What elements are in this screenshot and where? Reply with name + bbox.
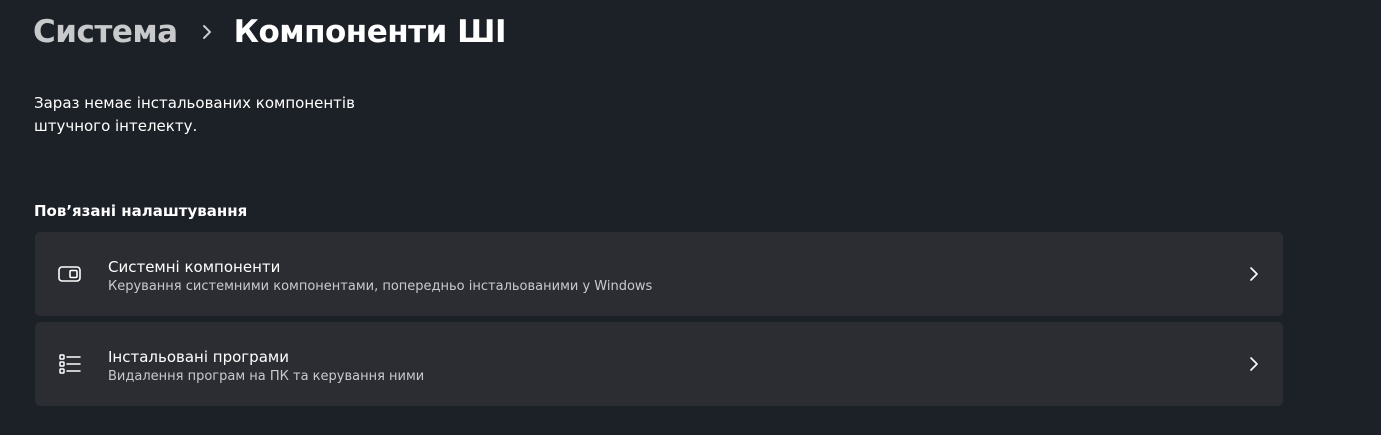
- installed-apps-description: Видалення програм на ПК та керування ним…: [108, 369, 425, 384]
- chevron-right-icon: [1245, 354, 1263, 374]
- empty-state-message: Зараз немає інстальованих компонентів шт…: [34, 94, 355, 135]
- chevron-right-icon: [1245, 264, 1263, 284]
- related-settings-heading: Пов’язані налаштування: [34, 202, 248, 220]
- chevron-right-icon: [188, 20, 226, 44]
- page-title: Компоненти ШІ: [233, 14, 507, 50]
- breadcrumb: Система Компоненти ШІ: [33, 8, 506, 56]
- installed-apps-icon: [57, 352, 83, 376]
- system-components-icon: [57, 262, 83, 286]
- system-components-description: Керування системними компонентами, попер…: [108, 279, 653, 294]
- breadcrumb-parent-system[interactable]: Система: [33, 14, 178, 50]
- system-components-title: Системні компоненти: [108, 258, 281, 276]
- installed-apps-link[interactable]: Інстальовані програми Видалення програм …: [35, 322, 1283, 406]
- system-components-link[interactable]: Системні компоненти Керування системними…: [35, 232, 1283, 316]
- installed-apps-title: Інстальовані програми: [108, 348, 289, 366]
